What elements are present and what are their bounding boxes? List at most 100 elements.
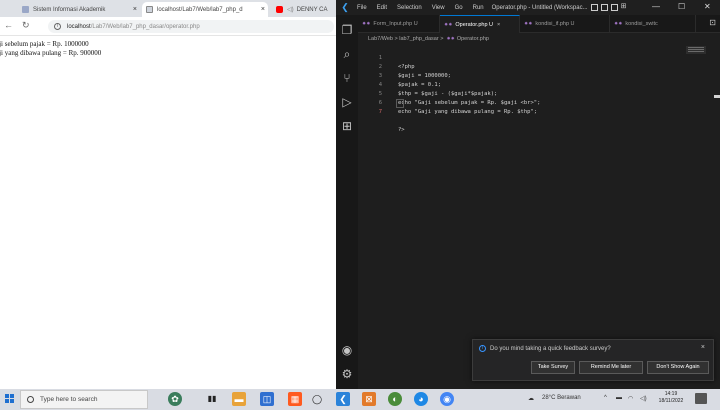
run-debug-icon[interactable]: ▷ bbox=[340, 95, 354, 109]
tab-close-icon[interactable]: × bbox=[261, 6, 265, 13]
php-file-icon: ⁕⁕ bbox=[444, 21, 453, 28]
task-view-icon[interactable]: ▮▮ bbox=[205, 392, 219, 406]
tab-kondisi-if[interactable]: ⁕⁕ kondisi_if.php U bbox=[520, 15, 610, 33]
circle-app-icon[interactable]: ◯ bbox=[310, 392, 324, 406]
info-icon: i bbox=[479, 345, 486, 352]
breadcrumb-path[interactable]: Lab7/Web > lab7_php_dasar > bbox=[368, 36, 443, 42]
tab-label: Sistem Informasi Akademik bbox=[33, 6, 106, 13]
start-windows-icon[interactable] bbox=[5, 394, 15, 404]
remind-later-button[interactable]: Remind Me later bbox=[579, 361, 643, 374]
extensions-icon[interactable]: ⊞ bbox=[340, 119, 354, 133]
tab-kondisi-switch[interactable]: ⁕⁕ kondisi_switc bbox=[610, 15, 696, 33]
xampp-icon[interactable]: ⊠ bbox=[362, 392, 376, 406]
clock-time: 14:19 bbox=[664, 391, 678, 397]
menu-file[interactable]: File bbox=[357, 5, 367, 11]
tab-close-icon[interactable]: × bbox=[497, 22, 500, 28]
url-input[interactable]: i localhost /Lab7/Web/lab7_php_dasar/ope… bbox=[48, 20, 334, 33]
site-info-icon[interactable]: i bbox=[54, 23, 61, 30]
browser-tab-siakad[interactable]: Sistem Informasi Akademik × bbox=[18, 2, 140, 17]
text-cursor bbox=[396, 99, 404, 108]
activity-bar: ❐ ⌕ ⑂ ▷ ⊞ ◉ ⚙ bbox=[336, 15, 358, 389]
dont-show-again-button[interactable]: Don't Show Again bbox=[647, 361, 709, 374]
layout-sidebar-icon[interactable] bbox=[590, 4, 598, 11]
menu-edit[interactable]: Edit bbox=[377, 5, 387, 11]
maximize-icon[interactable]: ☐ bbox=[678, 2, 685, 11]
code-line: 4 $thp = $gaji - ($gaji*$pajak); bbox=[358, 72, 698, 97]
vscode-logo-icon: ❮ bbox=[341, 2, 349, 12]
network-icon[interactable]: ▬ bbox=[616, 395, 622, 401]
account-icon[interactable]: ◉ bbox=[340, 343, 354, 357]
tab-label: DENNY CA bbox=[296, 6, 328, 13]
search-icon[interactable]: ⌕ bbox=[340, 47, 354, 61]
browser-window: Sistem Informasi Akademik × localhost/La… bbox=[0, 0, 336, 389]
code-line: 1 <?php bbox=[358, 45, 698, 70]
taskbar-search-input[interactable]: Type here to search bbox=[20, 390, 148, 409]
notification-center-icon[interactable] bbox=[695, 393, 707, 404]
layout-panel-icon[interactable] bbox=[600, 4, 608, 11]
vscode-window: ❮ File Edit Selection View Go Run Operat… bbox=[336, 0, 720, 389]
window-title: Operator.php - Untitled (Workspac... bbox=[491, 4, 588, 11]
wifi-icon[interactable]: ◠ bbox=[628, 395, 633, 402]
chrome-icon[interactable]: ◉ bbox=[440, 392, 454, 406]
notification-close-icon[interactable]: × bbox=[701, 344, 705, 351]
code-text: ?> bbox=[398, 127, 405, 133]
browser-tab-strip: Sistem Informasi Akademik × localhost/La… bbox=[0, 0, 336, 17]
breadcrumb: Lab7/Web > lab7_php_dasar > ⁕⁕ Operator.… bbox=[358, 34, 720, 44]
url-path: /Lab7/Web/lab7_php_dasar/operator.php bbox=[90, 23, 200, 30]
browser-tab-operator[interactable]: localhost/Lab7/Web/lab7_php_d × bbox=[142, 2, 268, 17]
code-text: echo "Gaji yang dibawa pulang = Rp. $thp… bbox=[398, 109, 538, 115]
browser-tab-youtube[interactable]: ◁) DENNY CA bbox=[272, 2, 336, 17]
code-line-current: 7 ?> bbox=[358, 99, 698, 133]
system-clock[interactable]: 14:19 18/11/2022 bbox=[655, 391, 687, 405]
browser-address-bar: ← ↻ i localhost /Lab7/Web/lab7_php_dasar… bbox=[0, 17, 336, 36]
php-file-icon: ⁕⁕ bbox=[446, 36, 455, 42]
notification-message: i Do you mind taking a quick feedback su… bbox=[479, 345, 611, 352]
volume-icon[interactable]: ◁) bbox=[640, 395, 647, 402]
vscode-taskbar-icon[interactable]: ❮ bbox=[336, 392, 350, 406]
youtube-icon bbox=[276, 6, 283, 13]
app-icon[interactable]: ▦ bbox=[288, 392, 302, 406]
layout-secondary-icon[interactable] bbox=[610, 4, 618, 11]
menu-run[interactable]: Run bbox=[473, 5, 484, 11]
code-line: 2 $gaji = 1000000; bbox=[358, 54, 698, 79]
code-line: 5 echo "Gaji sebelum pajak = Rp. $gaji <… bbox=[358, 81, 698, 106]
page-output: aji sebelum pajak = Rp. 1000000 aji yang… bbox=[0, 40, 336, 58]
audio-icon: ◁) bbox=[287, 7, 294, 13]
close-window-icon[interactable]: ✕ bbox=[704, 2, 711, 11]
tray-overflow-icon[interactable]: ^ bbox=[604, 395, 607, 401]
reload-icon[interactable]: ↻ bbox=[22, 20, 30, 31]
store-icon[interactable]: ◫ bbox=[260, 392, 274, 406]
menu-view[interactable]: View bbox=[432, 5, 445, 11]
source-control-icon[interactable]: ⑂ bbox=[340, 71, 354, 85]
php-file-icon: ⁕⁕ bbox=[614, 21, 623, 27]
tab-form-input[interactable]: ⁕⁕ Form_Input.php U bbox=[358, 15, 440, 33]
tab-label: kondisi_switc bbox=[625, 21, 658, 27]
app-green-icon[interactable]: ◐ bbox=[388, 392, 402, 406]
split-editor-icon[interactable]: ⊡ bbox=[709, 18, 716, 27]
tab-close-icon[interactable]: × bbox=[133, 6, 137, 13]
tab-label: Operator.php U bbox=[455, 21, 493, 28]
menu-go[interactable]: Go bbox=[455, 5, 463, 11]
file-explorer-icon[interactable]: ▬ bbox=[232, 392, 246, 406]
news-widget-icon[interactable]: ✿ bbox=[168, 392, 182, 406]
clock-date: 18/11/2022 bbox=[658, 398, 684, 404]
settings-gear-icon[interactable]: ⚙ bbox=[340, 367, 354, 381]
tab-label: Form_Input.php U bbox=[373, 21, 418, 27]
customize-layout-icon[interactable]: ⊞ bbox=[621, 3, 628, 11]
tab-label: localhost/Lab7/Web/lab7_php_d bbox=[157, 6, 243, 13]
back-arrow-icon[interactable]: ← bbox=[4, 20, 13, 30]
explorer-icon[interactable]: ❐ bbox=[340, 23, 354, 37]
code-line: 3 $pajak = 0.1; bbox=[358, 63, 698, 88]
edge-icon[interactable]: ◕ bbox=[414, 392, 428, 406]
code-editor[interactable]: 1 <?php 2 $gaji = 1000000; 3 $pajak = 0.… bbox=[358, 45, 720, 389]
menu-selection[interactable]: Selection bbox=[397, 5, 422, 11]
tab-label: kondisi_if.php U bbox=[535, 21, 575, 27]
minimize-icon[interactable]: — bbox=[652, 2, 660, 11]
take-survey-button[interactable]: Take Survey bbox=[531, 361, 575, 374]
weather-text[interactable]: 28°C Berawan bbox=[542, 395, 581, 401]
breadcrumb-file[interactable]: Operator.php bbox=[457, 36, 489, 42]
url-host: localhost bbox=[67, 23, 91, 30]
windows-taskbar: Type here to search ✿ ▮▮ ▬ ◫ ▦ ◯ ❮ ⊠ ◐ ◕… bbox=[0, 389, 720, 410]
tab-operator[interactable]: ⁕⁕ Operator.php U × bbox=[440, 15, 520, 33]
search-icon bbox=[27, 396, 34, 403]
